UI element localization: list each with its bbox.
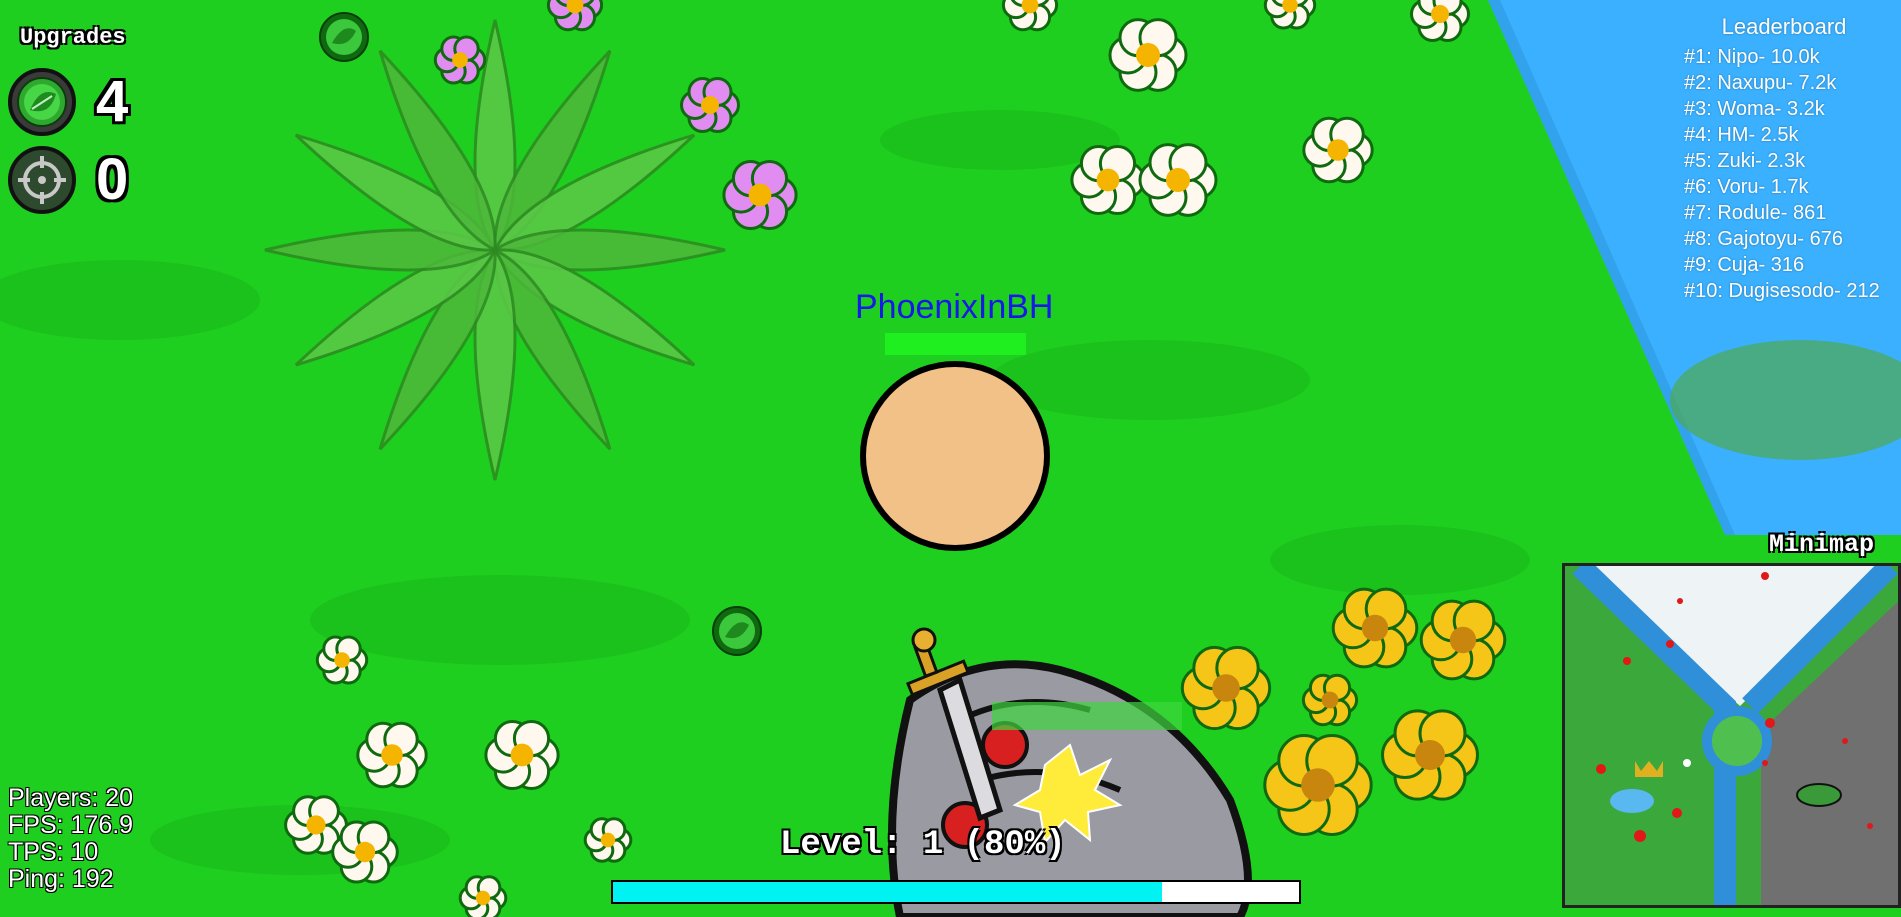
upgrades-title: Upgrades (20, 25, 126, 50)
player-health-fill (885, 333, 1026, 355)
stats-panel: Players: 20 FPS: 176.9 TPS: 10 Ping: 192 (8, 785, 133, 893)
leaderboard-entry: #1: Nipo- 10.0k (1684, 46, 1820, 68)
flower (583, 817, 633, 863)
leaderboard-entry: #8: Gajotoyu- 676 (1684, 228, 1843, 250)
flower (1108, 18, 1188, 92)
flower (458, 875, 508, 917)
players-stat: Players: 20 (8, 784, 134, 812)
flower (1381, 709, 1479, 801)
leaderboard-entry: #4: HM- 2.5k (1684, 124, 1799, 146)
leaderboard-entry: #2: Naxupu- 7.2k (1684, 72, 1837, 94)
leaf-pickup[interactable] (712, 606, 762, 656)
player-character[interactable] (860, 361, 1050, 551)
target-count: 0 (96, 147, 129, 212)
flower (1410, 0, 1470, 42)
minimap-view (1565, 566, 1898, 905)
minimap-title: Minimap (1769, 530, 1875, 559)
flower (680, 77, 740, 133)
xp-bar-fill (613, 882, 1162, 902)
leaf-icon (17, 77, 67, 127)
flower (1331, 587, 1419, 669)
player-name: PhoenixInBH (855, 288, 1054, 326)
boss-marker (1796, 783, 1842, 807)
flower (1138, 143, 1218, 217)
target-upgrade-button[interactable] (8, 146, 76, 214)
flower (484, 719, 560, 791)
flower (1180, 645, 1272, 731)
level-label: Level: 1 (80%) (780, 826, 1066, 864)
leaderboard-entry: #5: Zuki- 2.3k (1684, 150, 1806, 172)
flower (1263, 734, 1373, 836)
flower (1263, 0, 1317, 30)
leaf-upgrade-button[interactable] (8, 68, 76, 136)
flower (315, 635, 369, 685)
leaf-count: 4 (96, 69, 129, 134)
minimap[interactable] (1562, 563, 1901, 908)
leaderboard: Leaderboard #1: Nipo- 10.0k #2: Naxupu- … (1684, 14, 1884, 304)
flower (722, 159, 798, 231)
flower (433, 35, 487, 85)
enemy-health-bar (992, 702, 1182, 730)
flower (1301, 673, 1359, 727)
leaderboard-entry: #3: Woma- 3.2k (1684, 98, 1825, 120)
flower (1302, 116, 1374, 184)
leaderboard-entry: #10: Dugisesodo- 212 (1684, 280, 1880, 302)
flower (331, 820, 399, 884)
leaderboard-title: Leaderboard (1721, 14, 1847, 39)
ping-stat: Ping: 192 (8, 865, 114, 893)
center-grove (1702, 706, 1772, 776)
self-dot (1683, 759, 1691, 767)
xp-bar (611, 880, 1301, 904)
leaderboard-entry: #6: Voru- 1.7k (1684, 176, 1809, 198)
leaf-pickup[interactable] (319, 12, 369, 62)
crosshair-icon (18, 156, 66, 204)
leaderboard-entry: #9: Cuja- 316 (1684, 254, 1805, 276)
tps-stat: TPS: 10 (8, 838, 99, 866)
flower (1070, 144, 1146, 216)
flower (356, 721, 428, 789)
fps-stat: FPS: 176.9 (8, 811, 134, 839)
flower (1419, 599, 1507, 681)
leaderboard-entry: #7: Rodule- 861 (1684, 202, 1827, 224)
pond (1610, 789, 1654, 813)
